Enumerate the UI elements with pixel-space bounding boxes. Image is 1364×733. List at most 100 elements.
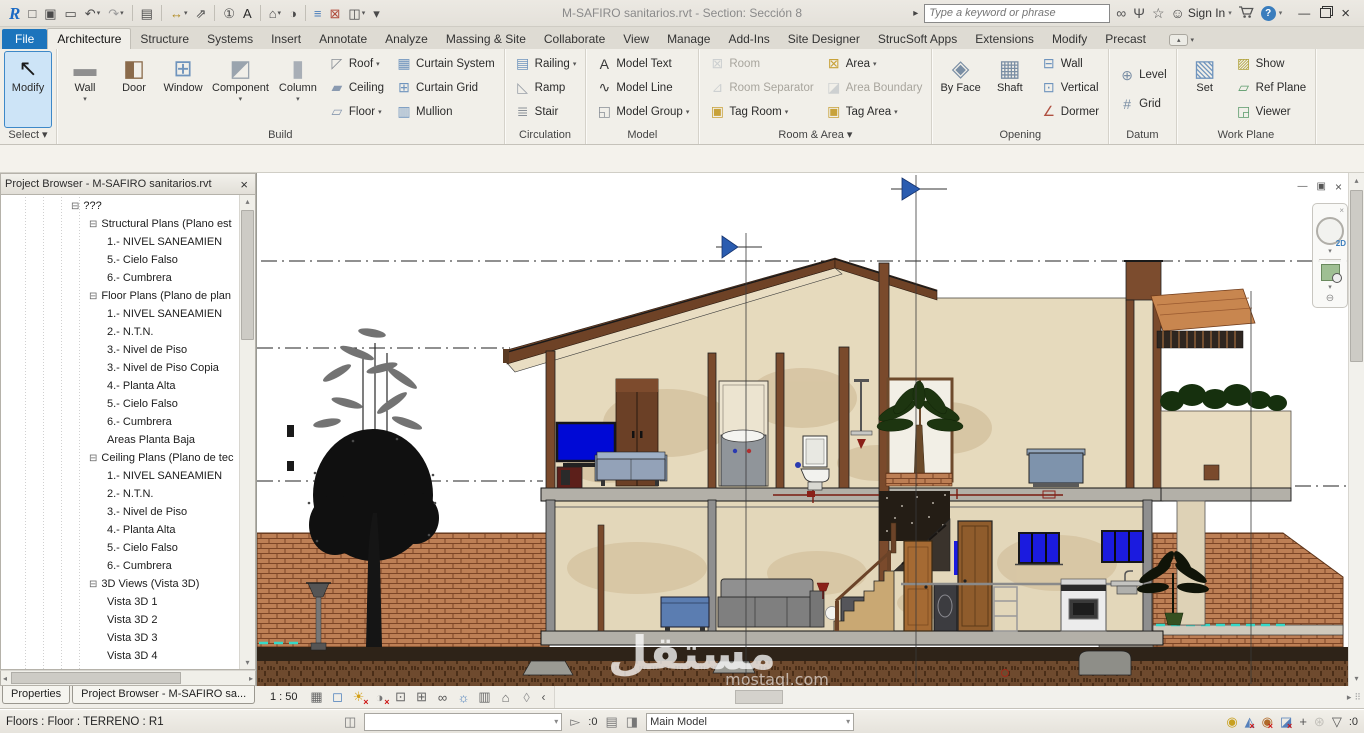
collapse-box-icon[interactable]: ⊟ (71, 201, 79, 212)
ceiling-button[interactable]: ▰ Ceiling (324, 76, 388, 99)
scroll-up-icon[interactable]: ▴ (1354, 173, 1358, 188)
exchange-apps-button[interactable] (1238, 5, 1255, 22)
area-button[interactable]: ⊠ Area ▾ (821, 52, 927, 75)
dormer-button[interactable]: ∠ Dormer (1036, 100, 1103, 123)
tree-item[interactable]: 6.- Cumbrera (1, 269, 240, 287)
tree-item[interactable]: 2.- N.T.N. (1, 485, 240, 503)
select-underlay-elements-button[interactable]: ◭ × (1245, 714, 1255, 731)
panel-label-circulation[interactable]: Circulation (505, 127, 586, 144)
tab-analyze[interactable]: Analyze (376, 29, 437, 49)
column-button[interactable]: ▮ Column ▾ (275, 52, 321, 127)
wall-button[interactable]: ▬ Wall ▾ (62, 52, 108, 127)
floor-button[interactable]: ▱ Floor ▾ (324, 100, 388, 123)
select-links-button[interactable]: ◉ (1226, 714, 1237, 730)
temporary-hide-isolate-button[interactable]: ∞ (433, 688, 453, 706)
aligned-dimension-button[interactable]: ⇗ (192, 2, 209, 24)
resize-grip[interactable]: ⠿ (1351, 692, 1364, 703)
editing-requests-icon[interactable]: ▻ (570, 714, 580, 730)
navbar-close-icon[interactable]: × (1339, 206, 1347, 215)
settings-gear-button[interactable]: ⊛ (1314, 714, 1325, 730)
tree-item[interactable]: Vista 3D 1 (1, 593, 240, 611)
tab-structure[interactable]: Structure (131, 29, 198, 49)
tab-massing-site[interactable]: Massing & Site (437, 29, 535, 49)
communication-center-button[interactable]: Ψ (1133, 6, 1145, 20)
model-text-button[interactable]: A Model Text (591, 52, 693, 75)
panel-label-model[interactable]: Model (586, 127, 698, 144)
tree-item[interactable]: Vista 3D 3 (1, 629, 240, 647)
switch-windows-button[interactable]: ◫ ▾ (345, 2, 368, 24)
new-file-button[interactable]: □ (25, 2, 39, 24)
temporary-view-properties-button[interactable]: ▥ (475, 688, 495, 706)
tab-add-ins[interactable]: Add-Ins (719, 29, 778, 49)
ref-plane-button[interactable]: ▱ Ref Plane (1231, 76, 1311, 99)
select-pinned-elements-button[interactable]: ◉ × (1262, 714, 1273, 731)
reveal-hidden-elements-button[interactable]: ☼ (454, 688, 474, 706)
scroll-up-icon[interactable]: ▴ (245, 195, 249, 208)
tab-precast[interactable]: Precast (1096, 29, 1155, 49)
show-button[interactable]: ▨ Show (1231, 52, 1311, 75)
restore-button[interactable] (1320, 8, 1332, 18)
tab-manage[interactable]: Manage (658, 29, 719, 49)
filters-button[interactable]: ▽ (1332, 714, 1342, 730)
scroll-thumb[interactable] (1350, 190, 1363, 362)
open-button[interactable]: ▭ (62, 2, 80, 24)
tree-item[interactable]: ⊟ 3D Views (Vista 3D) (1, 575, 240, 593)
view-restore-button[interactable]: ▣ (1317, 182, 1326, 192)
search-input[interactable] (924, 3, 1111, 23)
tab-modify[interactable]: Modify (1043, 29, 1096, 49)
curtain-system-button[interactable]: ▦ Curtain System (391, 52, 499, 75)
detail-level-button[interactable]: ▦ (307, 688, 327, 706)
curtain-grid-button[interactable]: ⊞ Curtain Grid (391, 76, 499, 99)
tree-item[interactable]: 4.- Planta Alta (1, 521, 240, 539)
active-only-icon[interactable]: ◨ (626, 714, 638, 730)
vertical-opening-button[interactable]: ⊡ Vertical (1036, 76, 1103, 99)
panel-label-select[interactable]: Select ▾ (0, 127, 56, 144)
show-crop-region-button[interactable]: ⊞ (412, 688, 432, 706)
roof-button[interactable]: ◸ Roof ▾ (324, 52, 388, 75)
model-line-button[interactable]: ∿ Model Line (591, 76, 693, 99)
scroll-thumb[interactable] (241, 210, 254, 340)
print-button[interactable]: ▤ (138, 2, 156, 24)
section-button[interactable]: ◑ (286, 2, 300, 24)
tab-site-designer[interactable]: Site Designer (779, 29, 869, 49)
level-button[interactable]: ⊕ Level (1114, 64, 1171, 87)
tree-item[interactable]: ⊟ Structural Plans (Plano est (1, 215, 240, 233)
collapse-box-icon[interactable]: ⊟ (89, 219, 97, 230)
tree-item[interactable]: 3.- Nivel de Piso (1, 341, 240, 359)
component-button[interactable]: ◩ Component ▾ (209, 52, 272, 127)
tree-item[interactable]: 2.- N.T.N. (1, 323, 240, 341)
project-browser-header[interactable]: Project Browser - M-SAFIRO sanitarios.rv… (0, 173, 256, 195)
tree-item[interactable]: 4.- Planta Alta (1, 377, 240, 395)
viewer-button[interactable]: ◲ Viewer (1231, 100, 1311, 123)
qat-customize-button[interactable]: ▾ (370, 2, 383, 24)
close-button[interactable]: × (1341, 6, 1350, 21)
tag-by-category-button[interactable]: ① (220, 2, 238, 24)
tab-file[interactable]: File (2, 29, 48, 49)
tree-item[interactable]: 3.- Nivel de Piso Copia (1, 359, 240, 377)
tab-annotate[interactable]: Annotate (310, 29, 376, 49)
panel-label-room-area[interactable]: Room & Area ▾ (699, 127, 931, 144)
tree-item[interactable]: 5.- Cielo Falso (1, 539, 240, 557)
tag-area-button[interactable]: ▣ Tag Area ▾ (821, 100, 927, 123)
stair-button[interactable]: ≣ Stair (510, 100, 581, 123)
drawing-area[interactable]: مستقل mostaql.com — ▣ × × ▾ ▾ ⊖ ▴ ▾ (257, 173, 1364, 686)
default-3d-view-button[interactable]: ⌂ ▾ (266, 2, 284, 24)
save-button[interactable]: ▣ (41, 2, 59, 24)
tree-horizontal-scrollbar[interactable]: ◂ ▸ (0, 670, 256, 686)
window-button[interactable]: ⊞ Window (160, 52, 206, 127)
grid-button[interactable]: # Grid (1114, 93, 1171, 116)
tree-item[interactable]: Vista 3D 4 (1, 647, 240, 665)
hide-analytical-model-button[interactable]: ⌂ (496, 688, 516, 706)
tree-item[interactable]: 6.- Cumbrera (1, 557, 240, 575)
select-elements-by-face-button[interactable]: ◪ × (1280, 714, 1292, 731)
tab-systems[interactable]: Systems (198, 29, 262, 49)
design-options-icon[interactable]: ▤ (605, 714, 617, 730)
close-icon[interactable]: × (237, 177, 251, 192)
tab-extensions[interactable]: Extensions (966, 29, 1043, 49)
tree-item[interactable]: Vista 3D 2 (1, 611, 240, 629)
tree-item[interactable]: ⊟ Ceiling Plans (Plano de tec (1, 449, 240, 467)
tree-item[interactable]: 1.- NIVEL SANEAMIEN (1, 467, 240, 485)
shadows-button[interactable]: ◑ × (370, 688, 390, 708)
model-group-button[interactable]: ◱ Model Group ▾ (591, 100, 693, 123)
set-button[interactable]: ▧ Set (1182, 52, 1228, 127)
